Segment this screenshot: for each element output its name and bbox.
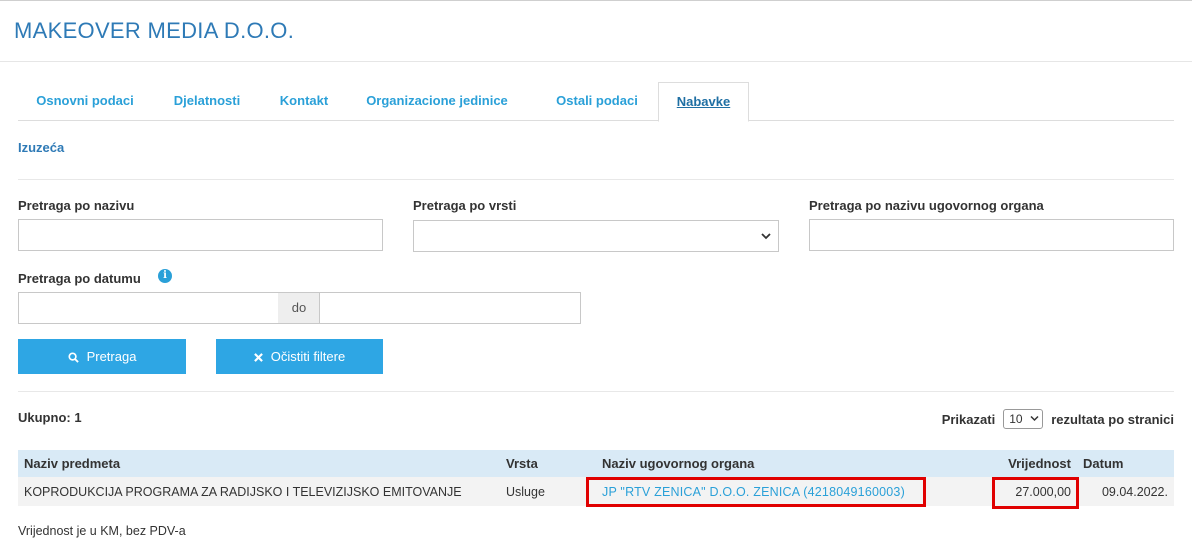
divider [18, 391, 1174, 392]
search-authority-label: Pretraga po nazivu ugovornog organa [809, 198, 1044, 213]
cell-authority: JP "RTV ZENICA" D.O.O. ZENICA (421804916… [596, 477, 966, 506]
table-header-row: Naziv predmeta Vrsta Naziv ugovornog org… [18, 450, 1174, 477]
date-to-input[interactable] [319, 292, 581, 324]
tab-organizacione-jedinice[interactable]: Organizacione jedinice [352, 82, 522, 121]
cell-date: 09.04.2022. [1077, 477, 1174, 506]
page-title: MAKEOVER MEDIA D.O.O. [14, 18, 295, 43]
tab-djelatnosti[interactable]: Djelatnosti [157, 82, 257, 121]
header-divider [0, 61, 1192, 62]
per-page-control: Prikazati 10 rezultata po stranici [942, 409, 1174, 429]
search-button-label: Pretraga [86, 349, 137, 364]
col-subject-header: Naziv predmeta [18, 450, 500, 477]
search-authority-input[interactable] [809, 219, 1174, 251]
info-icon[interactable]: i [158, 269, 172, 283]
chevron-down-icon [1030, 415, 1039, 422]
authority-link[interactable]: JP "RTV ZENICA" D.O.O. ZENICA (421804916… [602, 485, 905, 499]
divider [18, 179, 1174, 180]
top-border [0, 0, 1192, 1]
date-range-separator: do [278, 292, 320, 324]
clear-filters-button[interactable]: Očistiti filtere [216, 339, 383, 374]
clear-filters-label: Očistiti filtere [270, 349, 346, 364]
search-date-label: Pretraga po datumu [18, 271, 141, 286]
tab-osnovni-podaci[interactable]: Osnovni podaci [18, 82, 152, 121]
cell-type: Usluge [500, 477, 596, 506]
tab-ostali-podaci[interactable]: Ostali podaci [538, 82, 656, 121]
tab-kontakt[interactable]: Kontakt [269, 82, 339, 121]
search-name-input[interactable] [18, 219, 383, 251]
date-from-input[interactable] [18, 292, 279, 324]
search-name-label: Pretraga po nazivu [18, 198, 135, 213]
col-value-header: Vrijednost [966, 450, 1077, 477]
search-type-select[interactable] [413, 220, 779, 252]
tab-nabavke[interactable]: Nabavke [658, 82, 749, 122]
per-page-select[interactable]: 10 [1003, 409, 1044, 429]
search-type-label: Pretraga po vrsti [413, 198, 517, 213]
cell-value: 27.000,00 [966, 477, 1077, 506]
izuzeca-link[interactable]: Izuzeća [18, 140, 64, 155]
per-page-suffix: rezultata po stranici [1051, 411, 1174, 427]
chevron-down-icon [761, 233, 771, 240]
search-button[interactable]: Pretraga [18, 339, 186, 374]
per-page-label: Prikazati [941, 411, 996, 427]
total-count: Ukupno: 1 [18, 410, 82, 425]
per-page-value: 10 [1009, 412, 1023, 426]
col-type-header: Vrsta [500, 450, 596, 477]
value-footnote: Vrijednost je u KM, bez PDV-a [18, 524, 186, 538]
search-icon [68, 352, 79, 363]
cell-subject: KOPRODUKCIJA PROGRAMA ZA RADIJSKO I TELE… [18, 477, 500, 506]
tab-bar: Osnovni podaci Djelatnosti Kontakt Organ… [18, 82, 1174, 122]
col-authority-header: Naziv ugovornog organa [596, 450, 966, 477]
table-row: KOPRODUKCIJA PROGRAMA ZA RADIJSKO I TELE… [18, 477, 1174, 506]
close-icon [253, 353, 263, 362]
results-table: Naziv predmeta Vrsta Naziv ugovornog org… [18, 450, 1174, 506]
col-date-header: Datum [1077, 450, 1174, 477]
